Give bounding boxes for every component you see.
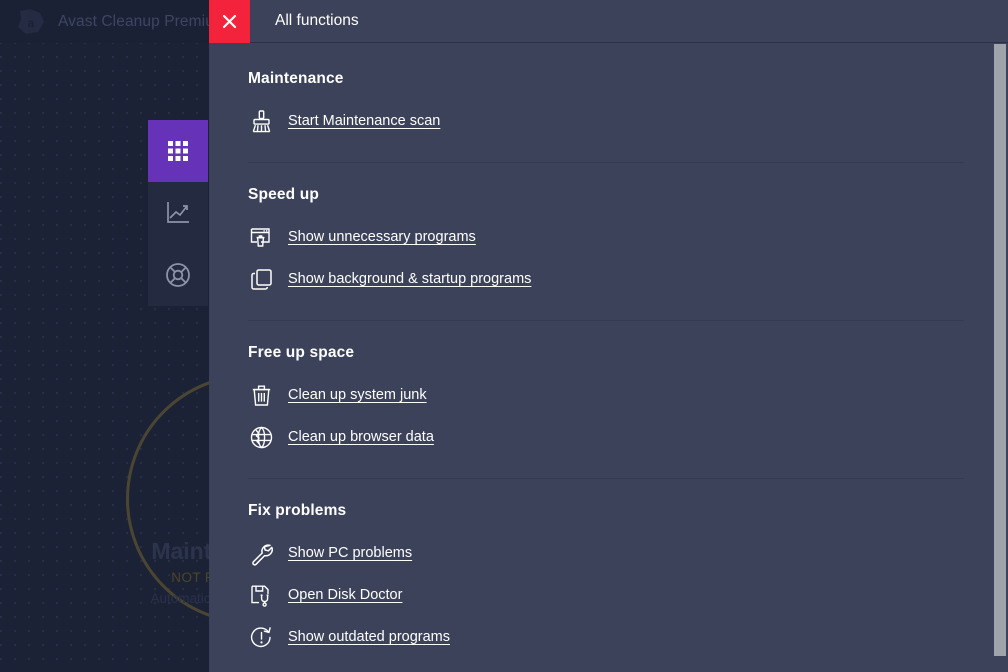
function-label: Start Maintenance scan [288, 113, 440, 129]
section-fix-problems: Fix problems Show PC problems [248, 479, 1008, 658]
function-label: Clean up system junk [288, 387, 427, 403]
function-label: Show unnecessary programs [288, 229, 476, 245]
window-trash-icon [248, 224, 274, 250]
lifebuoy-icon [164, 261, 192, 289]
scrollbar-thumb[interactable] [994, 44, 1006, 656]
grid-dots-icon [165, 138, 191, 164]
function-show-unnecessary-programs[interactable]: Show unnecessary programs [248, 216, 1008, 258]
sidebar-item-performance[interactable] [148, 182, 208, 244]
sidebar-item-all-functions[interactable] [148, 120, 208, 182]
stacked-windows-icon [248, 266, 274, 292]
close-icon [221, 13, 238, 30]
sidebar-nav [148, 120, 208, 306]
avast-logo-icon: a [14, 7, 48, 37]
section-title: Free up space [248, 344, 1008, 362]
function-label: Show background & startup programs [288, 271, 531, 287]
section-title: Maintenance [248, 70, 1008, 88]
disk-stethoscope-icon [248, 582, 274, 608]
function-label: Open Disk Doctor [288, 587, 402, 603]
function-clean-up-browser-data[interactable]: Clean up browser data [248, 416, 1008, 458]
function-start-maintenance-scan[interactable]: Start Maintenance scan [248, 100, 1008, 142]
function-list: Clean up system junk Clean up browser da… [248, 374, 1008, 458]
function-clean-up-system-junk[interactable]: Clean up system junk [248, 374, 1008, 416]
function-label: Show outdated programs [288, 629, 450, 645]
function-label: Clean up browser data [288, 429, 434, 445]
function-show-pc-problems[interactable]: Show PC problems [248, 532, 1008, 574]
overlay-header: All functions [209, 0, 1008, 43]
globe-icon [248, 424, 274, 450]
function-list: Show PC problems Op [248, 532, 1008, 658]
section-speed-up: Speed up [248, 163, 1008, 300]
function-show-background-startup-programs[interactable]: Show background & startup programs [248, 258, 1008, 300]
trash-can-icon [248, 382, 274, 408]
section-title: Fix problems [248, 502, 1008, 520]
close-button[interactable] [209, 0, 250, 43]
function-list: Show unnecessary programs Show backgroun… [248, 216, 1008, 300]
svg-text:a: a [28, 16, 35, 30]
function-label: Show PC problems [288, 545, 412, 561]
function-list: Start Maintenance scan [248, 100, 1008, 142]
all-functions-overlay: All functions Maintenance Start Maintena… [209, 0, 1008, 672]
refresh-alert-icon [248, 624, 274, 650]
section-maintenance: Maintenance Start Maintenance scan [248, 43, 1008, 142]
broom-icon [248, 108, 274, 134]
scrollbar-track[interactable] [992, 43, 1008, 672]
wrench-icon [248, 540, 274, 566]
sidebar-item-support[interactable] [148, 244, 208, 306]
overlay-body: Maintenance Start Maintenance scan [209, 43, 1008, 672]
function-open-disk-doctor[interactable]: Open Disk Doctor [248, 574, 1008, 616]
section-title: Speed up [248, 186, 1008, 204]
section-free-up-space: Free up space Clean up system junk [248, 321, 1008, 458]
overlay-title: All functions [250, 0, 359, 42]
app-title: Avast Cleanup Premium [58, 13, 227, 31]
function-show-outdated-programs[interactable]: Show outdated programs [248, 616, 1008, 658]
line-chart-icon [164, 199, 192, 227]
